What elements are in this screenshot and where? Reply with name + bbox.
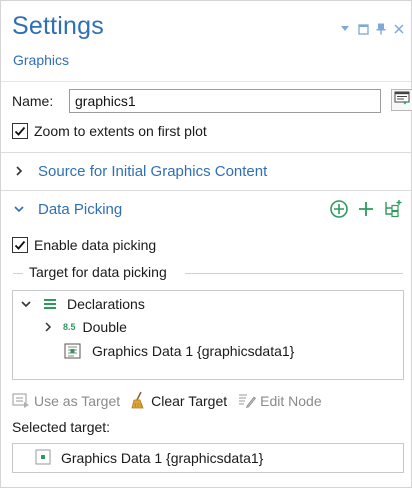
name-input[interactable] (69, 89, 381, 113)
restore-icon[interactable] (357, 23, 369, 35)
target-group-title: Target for data picking (29, 264, 167, 280)
selected-target-value: Graphics Data 1 {graphicsdata1} (61, 450, 264, 466)
dropdown-arrow-icon[interactable] (339, 23, 351, 35)
pin-icon[interactable] (375, 23, 387, 35)
enable-data-picking-checkbox[interactable] (12, 237, 28, 253)
selected-target-label: Selected target: (12, 419, 111, 435)
chevron-down-icon[interactable] (19, 298, 33, 310)
settings-header: Settings Graphics (1, 1, 411, 81)
checkmark-icon (14, 240, 26, 250)
add-tree-node-icon[interactable] (383, 199, 403, 224)
section-label-data-picking[interactable]: Data Picking (38, 201, 122, 218)
tree-node-declarations[interactable]: Declarations (19, 294, 145, 314)
double-type-icon: 8.5 (63, 322, 76, 332)
enable-data-picking-row[interactable]: Enable data picking (12, 235, 156, 255)
plus-icon[interactable] (357, 200, 375, 223)
use-as-target-label: Use as Target (34, 393, 121, 409)
declarations-icon (41, 298, 59, 310)
section-source-initial-graphics[interactable]: Source for Initial Graphics Content (1, 152, 411, 190)
tree-node-graphics-data[interactable]: Graphics Data 1 {graphicsdata1} (63, 340, 294, 362)
edit-node-label: Edit Node (260, 393, 322, 409)
edit-node-icon (238, 392, 257, 411)
group-divider-right (185, 273, 403, 274)
tree-label-declarations: Declarations (67, 296, 145, 312)
zoom-to-extents-row[interactable]: Zoom to extents on first plot (12, 121, 207, 141)
clear-target-button[interactable]: Clear Target (131, 391, 227, 412)
use-as-target-icon (12, 392, 30, 411)
name-row: Name: (12, 89, 412, 113)
group-divider-left (13, 273, 23, 274)
page-subtitle: Graphics (13, 52, 70, 68)
tree-node-double[interactable]: 8.5 Double (43, 317, 127, 337)
list-settings-icon (394, 91, 410, 110)
data-picking-tools (329, 199, 403, 224)
target-toolbar: Use as Target Clear Target Edit Node (12, 390, 333, 412)
section-label-source[interactable]: Source for Initial Graphics Content (38, 163, 267, 180)
tree-label-graphics-data: Graphics Data 1 {graphicsdata1} (92, 343, 295, 359)
add-circle-icon[interactable] (329, 199, 349, 224)
zoom-to-extents-checkbox[interactable] (12, 123, 28, 139)
edit-node-button[interactable]: Edit Node (238, 392, 322, 411)
section-data-picking[interactable]: Data Picking (1, 190, 411, 230)
settings-panel: Settings Graphics Name: graphics1 Zoom t… (0, 0, 412, 488)
label-settings-button[interactable] (391, 89, 412, 111)
chevron-right-icon[interactable] (12, 164, 26, 178)
window-controls (339, 21, 405, 37)
use-as-target-button[interactable]: Use as Target (12, 392, 120, 411)
clear-target-label: Clear Target (151, 393, 228, 409)
target-tree[interactable]: Declarations 8.5 Double Graphics Data 1 … (12, 290, 404, 380)
zoom-to-extents-label: Zoom to extents on first plot (34, 123, 207, 139)
header-divider (1, 81, 411, 82)
graphics-data-icon (63, 342, 83, 360)
page-title: Settings (12, 12, 104, 40)
name-label: Name: (12, 93, 54, 109)
checkmark-icon (14, 126, 26, 136)
chevron-right-icon[interactable] (43, 321, 53, 333)
broom-icon (131, 391, 147, 412)
close-icon[interactable] (393, 23, 405, 35)
graphics-data-node-icon (35, 449, 51, 468)
chevron-down-icon[interactable] (12, 202, 26, 216)
enable-data-picking-label: Enable data picking (34, 237, 157, 253)
tree-label-double: Double (82, 319, 127, 335)
selected-target-field[interactable]: Graphics Data 1 {graphicsdata1} (12, 443, 404, 473)
